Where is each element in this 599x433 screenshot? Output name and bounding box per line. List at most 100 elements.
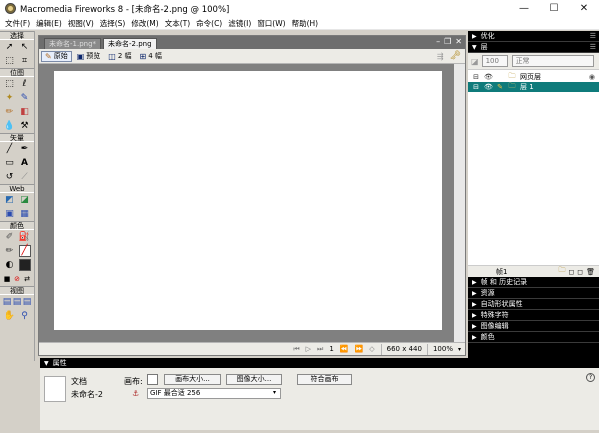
visibility-eye-icon[interactable]: 👁	[484, 83, 493, 91]
hide-slices-icon[interactable]: ▣	[4, 208, 16, 220]
colors-panel-header[interactable]: ▶ 颜色	[468, 332, 599, 343]
new-sublayer-icon[interactable]: 🗀	[558, 266, 565, 277]
doc-close-button[interactable]: ✕	[455, 37, 462, 46]
menu-window[interactable]: 窗口(W)	[254, 18, 288, 29]
magic-wand-tool-icon[interactable]: ✦	[4, 92, 16, 104]
canvas-size-button[interactable]: 画布大小...	[164, 374, 221, 385]
layer-row-web[interactable]: ⊟ 👁 🗀 网页层 ◉	[468, 72, 599, 82]
frames-history-panel-header[interactable]: ▶ 帧 和 历史记录	[468, 277, 599, 288]
optimize-panel-header[interactable]: ▶ 优化 ☰	[468, 31, 599, 42]
lasso-tool-icon[interactable]: ℓ	[19, 78, 31, 90]
vertical-scrollbar[interactable]	[454, 64, 465, 342]
menu-view[interactable]: 视图(V)	[65, 18, 97, 29]
freeform-tool-icon[interactable]: ↺	[4, 171, 16, 183]
close-button[interactable]: ✕	[569, 0, 599, 17]
doc-minimize-button[interactable]: –	[436, 37, 440, 46]
stroke-color-icon[interactable]: ✏	[4, 245, 16, 257]
full-screen-mode-icon[interactable]: ▤	[22, 296, 32, 308]
first-frame-icon[interactable]: ⏮	[293, 345, 299, 354]
doc-restore-button[interactable]: ❐	[444, 37, 451, 46]
fit-canvas-button[interactable]: 符合画布	[297, 374, 352, 385]
pencil-tool-icon[interactable]: ✏	[4, 106, 16, 118]
quick-export-icon[interactable]: ⇶	[437, 52, 444, 61]
zoom-select[interactable]: 100%	[426, 343, 458, 355]
pen-tool-icon[interactable]: ✒	[19, 143, 31, 155]
fill-color-icon[interactable]: ◐	[4, 259, 16, 271]
layers-panel-header[interactable]: ▼ 层 ☰	[468, 42, 599, 53]
menu-file[interactable]: 文件(F)	[2, 18, 33, 29]
new-layer-icon[interactable]: ◻	[577, 268, 583, 276]
layer-row-layer1[interactable]: ⊟ 👁 ✎ 🗀 层 1	[468, 82, 599, 92]
loop-icon[interactable]: ◇	[369, 345, 374, 354]
expand-toggle-icon[interactable]: ⊟	[472, 83, 480, 91]
preview-view-button[interactable]: ▣ 预览	[74, 51, 104, 62]
special-characters-panel-header[interactable]: ▶ 特殊字符	[468, 310, 599, 321]
blend-mode-select[interactable]: 正常	[511, 55, 594, 67]
two-up-view-button[interactable]: ◫ 2 幅	[105, 51, 134, 62]
delete-layer-icon[interactable]: 🗑	[586, 268, 595, 276]
rubber-stamp-tool-icon[interactable]: ⚒	[19, 120, 31, 132]
eraser-tool-icon[interactable]: ◧	[19, 106, 31, 118]
menu-text[interactable]: 文本(T)	[162, 18, 193, 29]
assets-panel-header[interactable]: ▶ 资源	[468, 288, 599, 299]
line-tool-icon[interactable]: ╱	[4, 143, 16, 155]
full-screen-menu-mode-icon[interactable]: ▤	[12, 296, 22, 308]
share-layer-icon[interactable]: ◉	[589, 73, 595, 81]
slice-tool-icon[interactable]: ◪	[19, 194, 31, 206]
hand-tool-icon[interactable]: ✋	[4, 310, 16, 322]
text-tool-icon[interactable]: A	[19, 157, 31, 169]
paint-bucket-tool-icon[interactable]: ⛽	[19, 231, 31, 243]
visibility-eye-icon[interactable]: 👁	[484, 73, 493, 81]
subselect-tool-icon[interactable]: ↖	[19, 41, 31, 53]
brush-tool-icon[interactable]: ✎	[19, 92, 31, 104]
prev-frame-icon[interactable]: ⏪	[340, 345, 349, 354]
zoom-dropdown-icon[interactable]: ▾	[458, 346, 465, 353]
swap-colors-icon[interactable]: ⇄	[22, 273, 32, 285]
menu-select[interactable]: 选择(S)	[97, 18, 129, 29]
canvas[interactable]	[54, 71, 442, 330]
menu-help[interactable]: 帮助(H)	[289, 18, 322, 29]
show-slices-icon[interactable]: ▦	[19, 208, 31, 220]
scale-tool-icon[interactable]: ⬚	[4, 55, 16, 67]
blur-tool-icon[interactable]: 💧	[4, 120, 16, 132]
eyedropper-tool-icon[interactable]: ✐	[4, 231, 16, 243]
canvas-color-swatch[interactable]	[147, 374, 158, 385]
tab-untitled-1[interactable]: 未命名-1.png*	[44, 38, 102, 49]
optimize-settings-select[interactable]: GIF 最合适 256	[147, 388, 281, 399]
tab-untitled-2[interactable]: 未命名-2.png	[103, 38, 157, 49]
hotspot-tool-icon[interactable]: ◩	[4, 194, 16, 206]
rectangle-tool-icon[interactable]: ▭	[4, 157, 16, 169]
color-key-icon[interactable]: 🗝	[450, 51, 461, 61]
no-color-icon[interactable]: ⊘	[12, 273, 22, 285]
menu-modify[interactable]: 修改(M)	[128, 18, 161, 29]
properties-panel-header[interactable]: ▼ 属性	[40, 358, 599, 368]
next-frame-icon[interactable]: ⏩	[355, 345, 364, 354]
auto-shape-properties-panel-header[interactable]: ▶ 自动形状属性	[468, 299, 599, 310]
help-icon[interactable]: ?	[586, 373, 595, 382]
last-frame-icon[interactable]: ⏭	[317, 345, 323, 354]
edit-pencil-icon[interactable]: ✎	[496, 83, 504, 91]
four-up-view-button[interactable]: ⊞ 4 幅	[137, 51, 165, 62]
menu-commands[interactable]: 命令(C)	[193, 18, 225, 29]
pointer-tool-icon[interactable]: ➚	[4, 41, 16, 53]
standard-screen-mode-icon[interactable]: ▤	[2, 296, 12, 308]
new-bitmap-icon[interactable]: ◻	[568, 268, 574, 276]
opacity-field[interactable]: 100	[481, 55, 508, 67]
dropdown-arrow-icon[interactable]: ▾	[273, 389, 276, 396]
stroke-color-swatch[interactable]: ╱	[18, 245, 31, 257]
zoom-tool-icon[interactable]: ⚲	[19, 310, 31, 322]
play-icon[interactable]: ▷	[306, 345, 311, 354]
knife-tool-icon[interactable]: ⟋	[19, 171, 31, 183]
menu-edit[interactable]: 编辑(E)	[33, 18, 65, 29]
original-view-button[interactable]: ✎ 原始	[41, 50, 72, 62]
image-editing-panel-header[interactable]: ▶ 图像编辑	[468, 321, 599, 332]
panel-options-icon[interactable]: ☰	[590, 42, 596, 53]
marquee-tool-icon[interactable]: ⬚	[4, 78, 16, 90]
image-size-button[interactable]: 图像大小...	[226, 374, 282, 385]
minimize-button[interactable]: —	[509, 0, 539, 17]
fill-color-swatch[interactable]	[18, 259, 31, 271]
menu-filters[interactable]: 滤镜(I)	[225, 18, 254, 29]
crop-tool-icon[interactable]: ⌗	[19, 55, 31, 67]
maximize-button[interactable]: ☐	[539, 0, 569, 17]
panel-options-icon[interactable]: ☰	[590, 31, 596, 42]
